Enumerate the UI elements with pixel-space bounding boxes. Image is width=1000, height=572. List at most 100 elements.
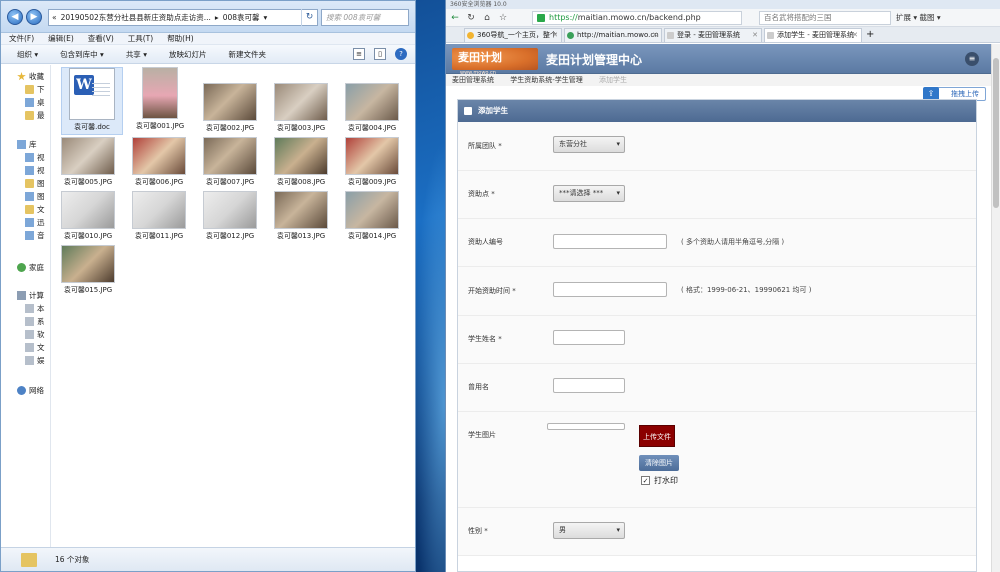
file-item[interactable]: 袁可馨002.JPG — [195, 83, 265, 135]
new-folder-button[interactable]: 新建文件夹 — [228, 49, 266, 60]
breadcrumb-item[interactable]: 学生资助系统-学生管理 — [510, 76, 583, 84]
nav-lib-item[interactable]: 视 — [25, 152, 45, 163]
file-item[interactable]: 袁可馨007.JPG — [195, 137, 265, 189]
menu-edit[interactable]: 编辑(E) — [48, 33, 74, 44]
donor-id-input[interactable] — [553, 234, 667, 249]
star-icon[interactable]: ☆ — [496, 13, 510, 23]
refresh-icon[interactable]: ↻ — [301, 9, 317, 26]
page-scrollbar[interactable] — [991, 44, 1000, 572]
nav-fav-item[interactable]: 桌 — [25, 97, 45, 108]
file-item[interactable]: 袁可馨003.JPG — [266, 83, 336, 135]
nav-fav-item[interactable]: 最 — [25, 110, 45, 121]
tab-360-nav[interactable]: 360导航_一个主页，整个 ✕ — [464, 28, 562, 42]
nav-drive[interactable]: 系 — [25, 316, 45, 327]
organize-button[interactable]: 组织 ▾ — [17, 49, 38, 60]
nav-fav-item[interactable]: 下 — [25, 84, 45, 95]
file-item[interactable]: 袁可馨015.JPG — [53, 245, 123, 297]
help-icon[interactable]: ? — [395, 48, 407, 60]
back-arrow-icon[interactable]: ← — [448, 13, 462, 23]
watermark-checkbox[interactable]: ✓ 打水印 — [641, 475, 678, 486]
nav-drive[interactable]: 软 — [25, 329, 45, 340]
team-select[interactable]: 东营分社 — [553, 136, 625, 153]
nav-favorites[interactable]: 收藏 — [17, 71, 44, 82]
slideshow-button[interactable]: 放映幻灯片 — [169, 49, 207, 60]
breadcrumb-item[interactable]: 麦田管理系统 — [452, 76, 494, 84]
back-button[interactable]: ◀ — [7, 9, 23, 25]
nav-homegroup[interactable]: 家庭 — [17, 262, 44, 273]
file-item[interactable]: 袁可馨009.JPG — [337, 137, 407, 189]
change-view-icon[interactable]: ≡ — [353, 48, 365, 60]
file-item[interactable]: 袁可馨014.JPG — [337, 191, 407, 243]
address-segment[interactable]: « — [52, 13, 57, 22]
close-icon[interactable]: ✕ — [852, 29, 858, 42]
menu-icon[interactable]: ≡ — [965, 52, 979, 66]
address-dropdown[interactable]: ▾ — [264, 13, 268, 22]
menu-view[interactable]: 查看(V) — [88, 33, 114, 44]
nav-lib-item[interactable]: 文 — [25, 204, 45, 215]
file-item[interactable]: 袁可馨010.JPG — [53, 191, 123, 243]
include-in-library-button[interactable]: 包含到库中 ▾ — [60, 49, 104, 60]
file-item[interactable]: 袁可馨013.JPG — [266, 191, 336, 243]
close-icon[interactable]: ✕ — [752, 29, 758, 42]
extensions-menu[interactable]: 扩展 ▾ 截图 ▾ — [896, 12, 941, 23]
explorer-address-row: ◀ ▶ « 20190502东营分社县县新庄资助点走访资... ▸ 008袁可馨… — [1, 1, 415, 33]
home-icon[interactable]: ⌂ — [480, 13, 494, 23]
share-button[interactable]: 共享 ▾ — [126, 49, 147, 60]
address-bar[interactable]: « 20190502东营分社县县新庄资助点走访资... ▸ 008袁可馨 ▾ — [48, 9, 318, 26]
close-icon[interactable]: ✕ — [652, 29, 658, 42]
photo-thumbnail — [61, 191, 115, 229]
file-item[interactable]: 袁可馨008.JPG — [266, 137, 336, 189]
video-icon — [25, 166, 34, 175]
address-separator: ▸ — [214, 13, 219, 22]
nav-lib-item[interactable]: 音 — [25, 230, 45, 241]
file-item[interactable]: W 袁可馨.doc — [61, 67, 123, 135]
forward-button[interactable]: ▶ — [26, 9, 42, 25]
gender-select[interactable]: 男 — [553, 522, 625, 539]
upload-file-button[interactable]: 上传文件 — [639, 425, 675, 447]
photo-thumbnail — [274, 191, 328, 229]
student-name-input[interactable] — [553, 330, 625, 345]
close-icon[interactable]: ✕ — [552, 29, 558, 42]
clear-image-button[interactable]: 清除图片 — [639, 455, 679, 471]
file-item[interactable]: 袁可馨001.JPG — [125, 67, 195, 135]
aid-point-select[interactable]: ***请选择 *** — [553, 185, 625, 202]
refresh-icon[interactable]: ↻ — [464, 13, 478, 23]
menu-file[interactable]: 文件(F) — [9, 33, 34, 44]
site-logo[interactable]: 麦田计划 www.mowo.cn — [452, 48, 538, 76]
explorer-search-input[interactable]: 搜索 008袁可馨 — [321, 9, 409, 26]
menu-tools[interactable]: 工具(T) — [128, 33, 153, 44]
browser-search-input[interactable]: 百名武将搭配的三国 — [759, 11, 891, 25]
file-item[interactable]: 袁可馨011.JPG — [124, 191, 194, 243]
url-bar[interactable]: https://maitian.mowo.cn/backend.php — [532, 11, 742, 25]
row-alias: 曾用名 — [458, 364, 976, 412]
nav-lib-item[interactable]: 迅 — [25, 217, 45, 228]
new-tab-icon[interactable]: + — [866, 28, 874, 42]
page-icon — [567, 32, 574, 39]
nav-lib-item[interactable]: 图 — [25, 178, 45, 189]
lock-icon — [537, 14, 545, 22]
file-item[interactable]: 袁可馨004.JPG — [337, 83, 407, 135]
nav-drive[interactable]: 文 — [25, 342, 45, 353]
photo-thumbnail — [203, 137, 257, 175]
file-item[interactable]: 袁可馨012.JPG — [195, 191, 265, 243]
tab-maitian[interactable]: http://maitian.mowo.cn ✕ — [564, 28, 662, 42]
file-item[interactable]: 袁可馨006.JPG — [124, 137, 194, 189]
nav-computer[interactable]: 计算 — [17, 290, 44, 301]
tab-login[interactable]: 登录 - 麦田管理系统 ✕ — [664, 28, 762, 42]
nav-lib-item[interactable]: 图 — [25, 191, 45, 202]
preview-pane-icon[interactable]: ▯ — [374, 48, 386, 60]
form-icon — [464, 107, 472, 115]
file-item[interactable]: 袁可馨005.JPG — [53, 137, 123, 189]
nav-drive[interactable]: 本 — [25, 303, 45, 314]
nav-libraries[interactable]: 库 — [17, 139, 37, 150]
nav-network[interactable]: 网络 — [17, 385, 44, 396]
address-segment[interactable]: 008袁可馨 — [223, 12, 260, 23]
nav-lib-item[interactable]: 视 — [25, 165, 45, 176]
alias-input[interactable] — [553, 378, 625, 393]
scrollbar-thumb[interactable] — [993, 58, 999, 208]
address-segment[interactable]: 20190502东营分社县县新庄资助点走访资... — [61, 12, 211, 23]
menu-help[interactable]: 帮助(H) — [167, 33, 194, 44]
start-date-input[interactable] — [553, 282, 667, 297]
tab-add-student[interactable]: 添加学生 - 麦田管理系统 ✕ — [764, 28, 862, 42]
nav-drive[interactable]: 娱 — [25, 355, 45, 366]
